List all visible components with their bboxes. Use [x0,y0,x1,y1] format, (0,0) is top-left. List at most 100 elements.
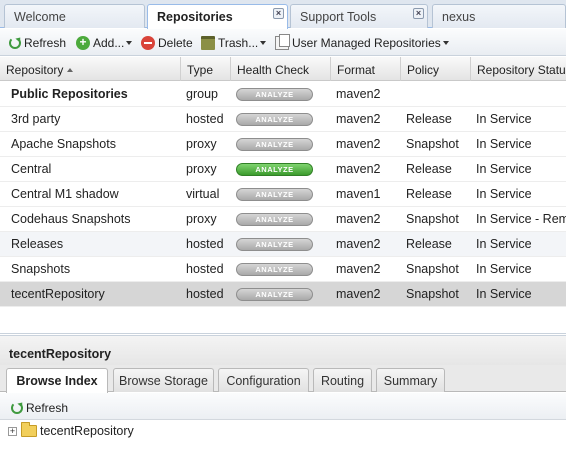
repository-type: hosted [186,237,224,251]
column-header-repository[interactable]: Repository [0,57,181,81]
trash-button[interactable]: Trash... [201,34,267,52]
analyze-button[interactable]: ANALYZE [236,113,313,126]
table-row[interactable]: Snapshots hosted maven2 Snapshot In Service A… [0,257,566,282]
repository-icon [275,34,290,50]
analyze-button[interactable]: ANALYZE [236,188,313,201]
column-header-format[interactable]: Format [331,57,401,81]
repository-name: Central M1 shadow [11,187,119,201]
analyze-button[interactable]: ANALYZE [236,88,313,101]
tab-nexus[interactable]: nexus [432,4,566,28]
delete-label: Delete [158,36,193,50]
repository-format: maven2 [336,112,381,126]
repository-view-select[interactable]: User Managed Repositories [275,34,449,52]
repository-status [471,82,566,106]
table-row[interactable]: Releases hosted maven2 Release In Service ANA… [0,232,566,257]
chevron-down-icon [260,41,267,45]
tab-browse-storage[interactable]: Browse Storage [113,368,214,392]
column-header-repository-status[interactable]: Repository Status [471,57,566,81]
table-row[interactable]: Public Repositories group maven2 ANALYZE [0,82,566,107]
refresh-icon [11,402,23,414]
repository-type: virtual [186,187,220,201]
column-label: Health Check [237,63,310,77]
repository-type: proxy [186,162,217,176]
repository-name: Releases [11,237,64,251]
tab-label: Repositories [157,10,233,24]
table-row[interactable]: Apache Snapshots proxy maven2 Snapshot In Se… [0,132,566,157]
refresh-icon [9,37,21,49]
close-icon[interactable]: × [413,8,424,19]
main-tab-bar: Welcome Repositories × Support Tools × nex… [0,0,566,29]
add-button[interactable]: + Add... [76,34,133,52]
table-row[interactable]: Central proxy maven2 Release In Service ANALY… [0,157,566,182]
repository-policy: Release [406,162,452,176]
tab-label: nexus [442,10,476,24]
detail-panel-title: tecentRepository [0,335,566,365]
column-label: Policy [407,63,440,77]
repository-grid: Repository Type Health Check Format Poli… [0,57,566,334]
tab-support-tools[interactable]: Support Tools × [290,4,428,28]
analyze-button[interactable]: ANALYZE [236,213,313,226]
repository-type: group [186,87,218,101]
repository-format: maven2 [336,237,381,251]
repository-type: hosted [186,262,224,276]
chevron-down-icon [442,41,449,45]
tab-browse-index[interactable]: Browse Index [6,368,108,393]
table-row[interactable]: 3rd party hosted maven2 Release In Service AN… [0,107,566,132]
repository-name: Snapshots [11,262,71,276]
chevron-down-icon [126,41,133,45]
tab-configuration[interactable]: Configuration [218,368,309,392]
repository-toolbar: Refresh + Add... Delete Trash... User Ma… [0,29,566,56]
repository-status: In Service [476,137,532,151]
sort-ascending-icon [67,68,74,72]
close-icon[interactable]: × [273,8,284,19]
analyze-button[interactable]: ANALYZE [236,238,313,251]
tab-label: Support Tools [300,10,377,24]
table-row[interactable]: Codehaus Snapshots proxy maven2 Snapshot In … [0,207,566,232]
table-row[interactable]: Central M1 shadow virtual maven1 Release In … [0,182,566,207]
repository-policy: Snapshot [406,137,459,151]
analyze-button[interactable]: ANALYZE [236,288,313,301]
tree-node-label[interactable]: tecentRepository [40,424,134,438]
refresh-label: Refresh [24,36,67,50]
detail-refresh-button[interactable]: Refresh [11,399,68,417]
repository-name: Public Repositories [11,87,128,101]
repository-format: maven2 [336,87,381,101]
repository-status: In Service - Rem [476,212,566,226]
tree-node-root[interactable]: + tecentRepository [0,421,566,441]
column-header-type[interactable]: Type [181,57,231,81]
expand-icon[interactable]: + [8,427,17,436]
grid-header: Repository Type Health Check Format Poli… [0,57,566,81]
tab-summary[interactable]: Summary [376,368,445,392]
tab-repositories[interactable]: Repositories × [147,4,288,29]
detail-tab-bar: Browse Index Browse Storage Configuratio… [0,365,566,393]
repository-policy: Snapshot [406,262,459,276]
repository-type: hosted [186,287,224,301]
analyze-button[interactable]: ANALYZE [236,263,313,276]
analyze-button[interactable]: ANALYZE [236,163,313,176]
repository-policy: Snapshot [406,287,459,301]
add-label: Add... [93,36,125,50]
trash-icon [201,36,215,50]
repository-type: proxy [186,212,217,226]
refresh-label: Refresh [26,401,69,415]
column-label: Repository Status [477,63,566,77]
trash-label: Trash... [218,36,259,50]
repository-format: maven2 [336,162,381,176]
repository-policy: Snapshot [406,212,459,226]
repository-type: proxy [186,137,217,151]
repository-format: maven2 [336,287,381,301]
tab-welcome[interactable]: Welcome [4,4,145,28]
repository-policy [401,82,471,106]
repository-status: In Service [476,187,532,201]
repository-status: In Service [476,237,532,251]
delete-button[interactable]: Delete [141,34,193,52]
refresh-button[interactable]: Refresh [9,34,66,52]
column-header-health-check[interactable]: Health Check [231,57,331,81]
repository-format: maven2 [336,262,381,276]
column-header-policy[interactable]: Policy [401,57,471,81]
repository-status: In Service [476,112,532,126]
tab-routing[interactable]: Routing [313,368,372,392]
analyze-button[interactable]: ANALYZE [236,138,313,151]
repository-policy: Release [406,112,452,126]
table-row[interactable]: tecentRepository hosted maven2 Snapshot In S… [0,282,566,307]
